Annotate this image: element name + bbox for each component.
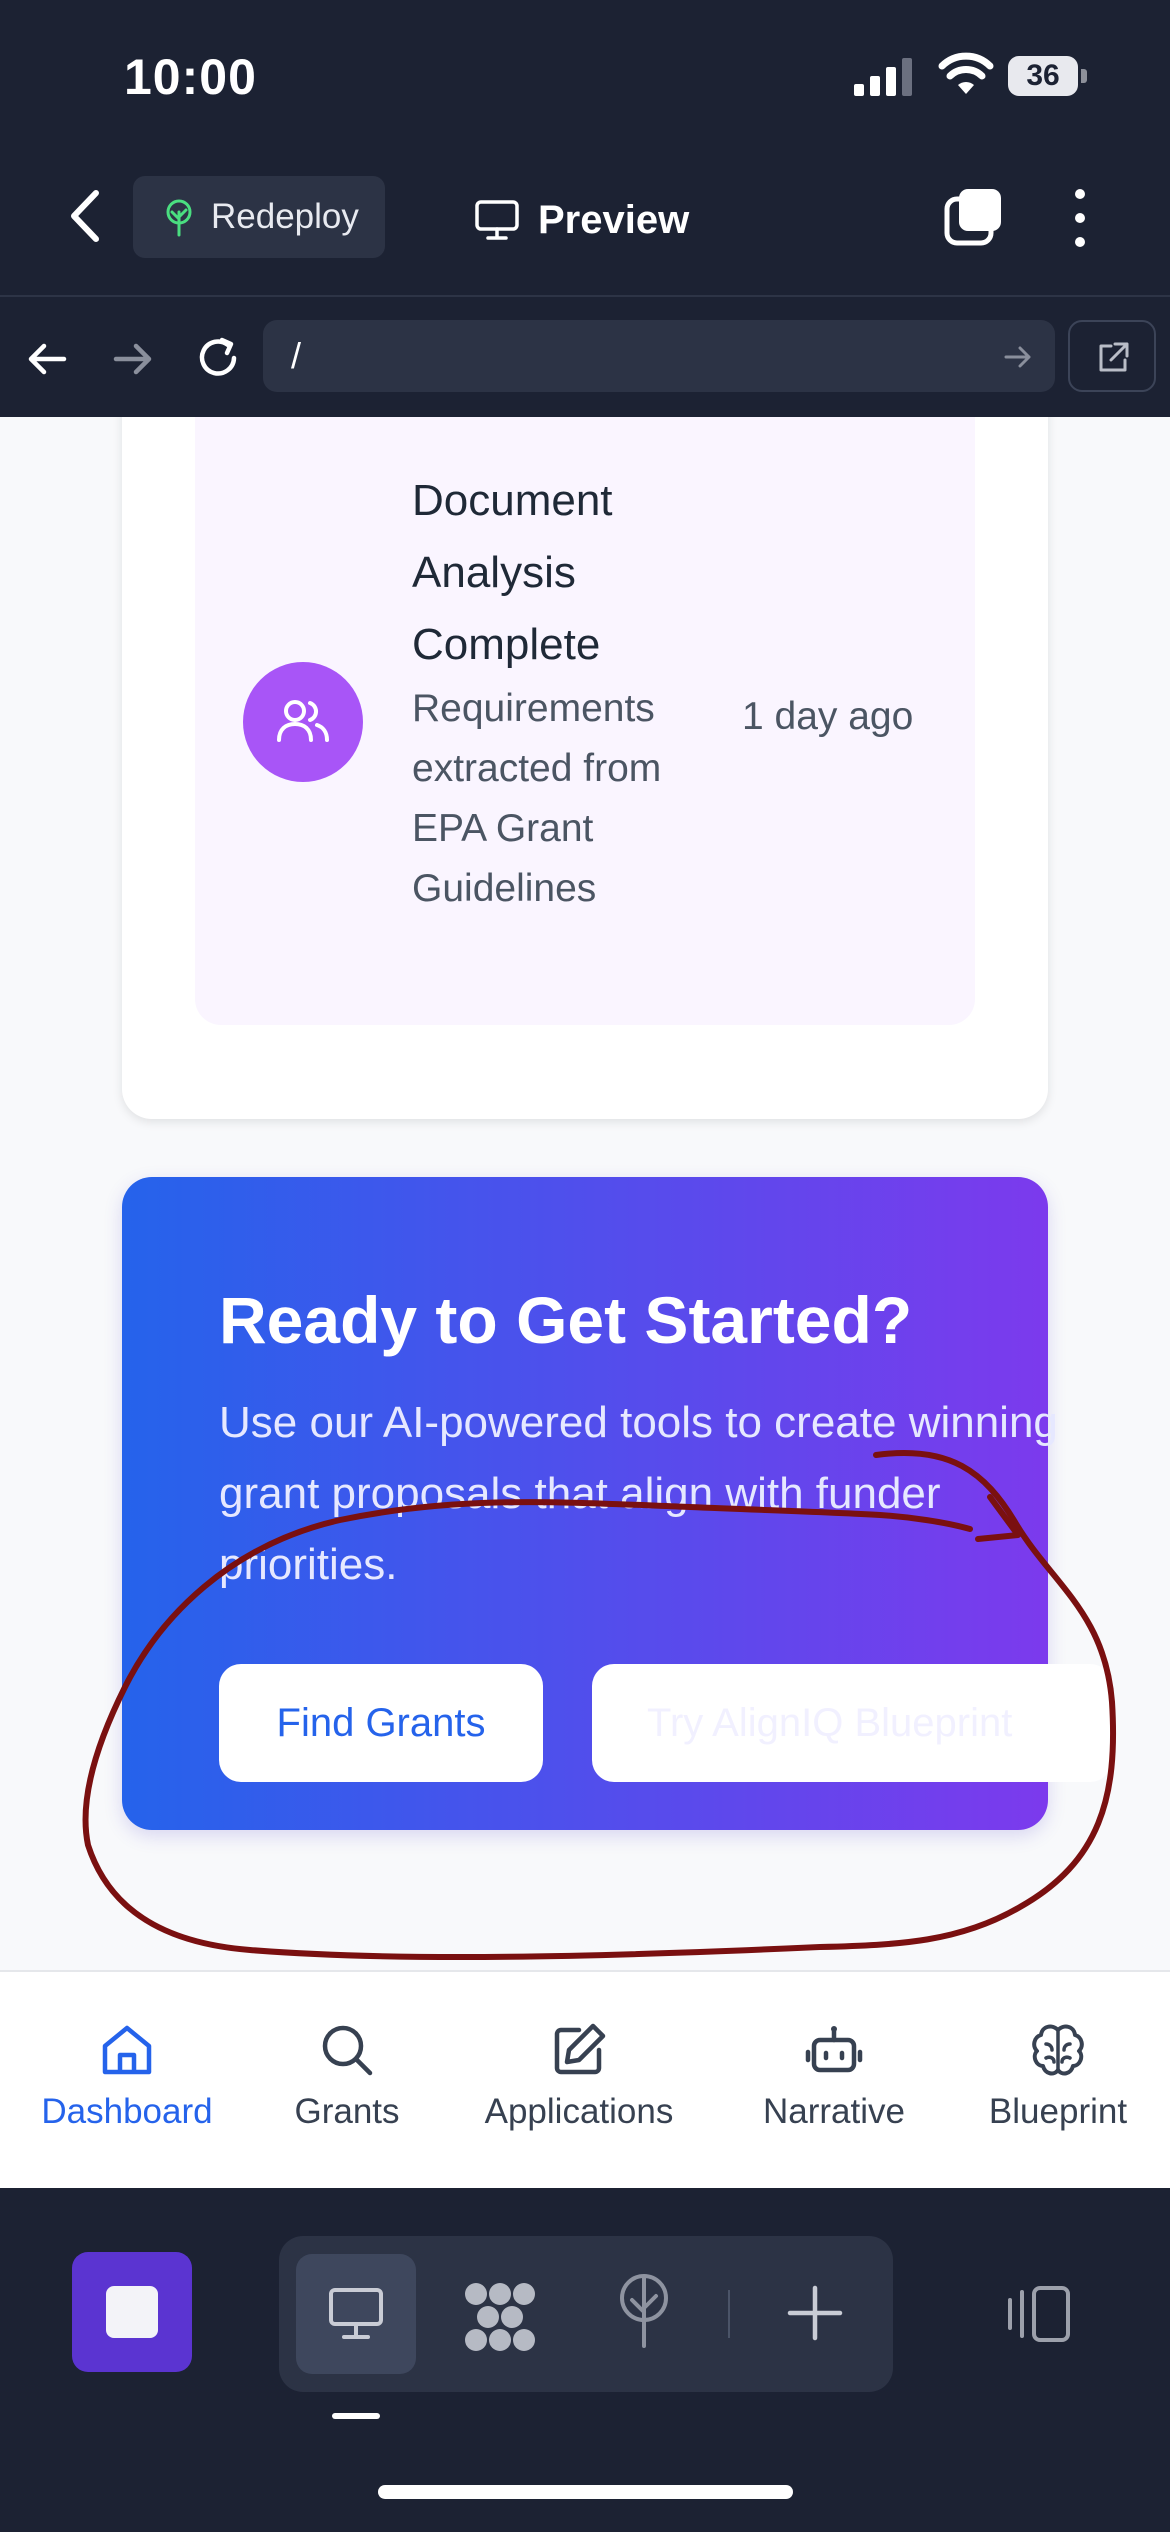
battery-indicator: 36 — [1008, 56, 1088, 96]
status-time: 10:00 — [124, 49, 257, 105]
back-chevron-icon[interactable] — [60, 185, 110, 247]
monitor-icon — [475, 200, 519, 240]
plus-icon[interactable] — [786, 2284, 844, 2342]
nav-item-blueprint[interactable]: Blueprint — [970, 1972, 1146, 2188]
activity-description: Requirements extracted from EPA Grant Gu… — [412, 687, 662, 910]
reload-icon[interactable] — [192, 332, 244, 384]
stop-button[interactable] — [72, 2252, 192, 2372]
preview-label: Preview — [538, 197, 690, 242]
nav-label-grants: Grants — [294, 2092, 400, 2131]
deploy-tree-icon[interactable] — [612, 2272, 676, 2348]
dock-divider — [728, 2290, 730, 2338]
nav-label-blueprint: Blueprint — [988, 2092, 1128, 2131]
nav-label-dashboard: Dashboard — [41, 2092, 213, 2131]
side-panel-icon[interactable] — [1000, 2284, 1072, 2344]
activity-title: Document Analysis Complete — [412, 476, 613, 669]
nav-item-dashboard[interactable]: Dashboard — [20, 1972, 234, 2188]
preview-view-button[interactable] — [296, 2254, 416, 2374]
activity-avatar — [243, 662, 363, 782]
home-icon — [102, 2025, 152, 2075]
cellular-signal-icon — [854, 58, 912, 96]
preview-title: Preview — [474, 190, 689, 250]
find-grants-button[interactable]: Find Grants — [219, 1664, 543, 1782]
redeploy-button[interactable]: Redeploy — [133, 176, 385, 258]
cta-card: Ready to Get Started? Use our AI-powered… — [122, 1177, 1112, 1830]
battery-level: 36 — [1026, 59, 1060, 92]
activity-time: 1 day ago — [742, 695, 914, 738]
bottom-navigation: Dashboard Grants Applications Narrative … — [0, 1970, 1170, 2188]
nav-label-applications: Applications — [484, 2092, 674, 2131]
redeploy-label: Redeploy — [211, 197, 359, 236]
robot-icon — [805, 2026, 863, 2073]
brain-icon — [1032, 2024, 1084, 2076]
url-input[interactable]: / — [263, 320, 1055, 392]
arrow-right-icon[interactable] — [108, 335, 156, 383]
wifi-icon — [938, 52, 994, 94]
tree-icon — [166, 199, 192, 237]
open-external-button[interactable] — [1068, 320, 1156, 392]
cta-title: Ready to Get Started? — [219, 1283, 913, 1357]
search-icon — [322, 2025, 373, 2076]
external-link-icon — [1099, 342, 1129, 372]
nav-item-grants[interactable]: Grants — [262, 1972, 432, 2188]
apps-icon[interactable] — [460, 2280, 540, 2354]
more-vertical-icon[interactable] — [1064, 186, 1096, 250]
users-icon — [277, 700, 329, 742]
nav-item-applications[interactable]: Applications — [466, 1972, 692, 2188]
page-content[interactable]: Document Analysis Complete Requirements … — [0, 417, 1170, 1970]
tabs-icon[interactable] — [943, 185, 1005, 247]
cta-text: Use our AI-powered tools to create winni… — [219, 1398, 1058, 1589]
nav-label-narrative: Narrative — [763, 2092, 905, 2131]
go-arrow-icon[interactable] — [1003, 342, 1033, 372]
url-text: / — [291, 335, 302, 376]
home-indicator — [378, 2485, 793, 2499]
stop-icon — [106, 2286, 158, 2338]
try-blueprint-button[interactable]: Try AlignIQ Blueprint — [592, 1664, 1112, 1782]
active-view-indicator — [332, 2413, 380, 2419]
edit-icon — [554, 2023, 606, 2075]
nav-item-narrative[interactable]: Narrative — [740, 1972, 928, 2188]
arrow-left-icon[interactable] — [24, 335, 72, 383]
monitor-icon — [329, 2288, 383, 2339]
